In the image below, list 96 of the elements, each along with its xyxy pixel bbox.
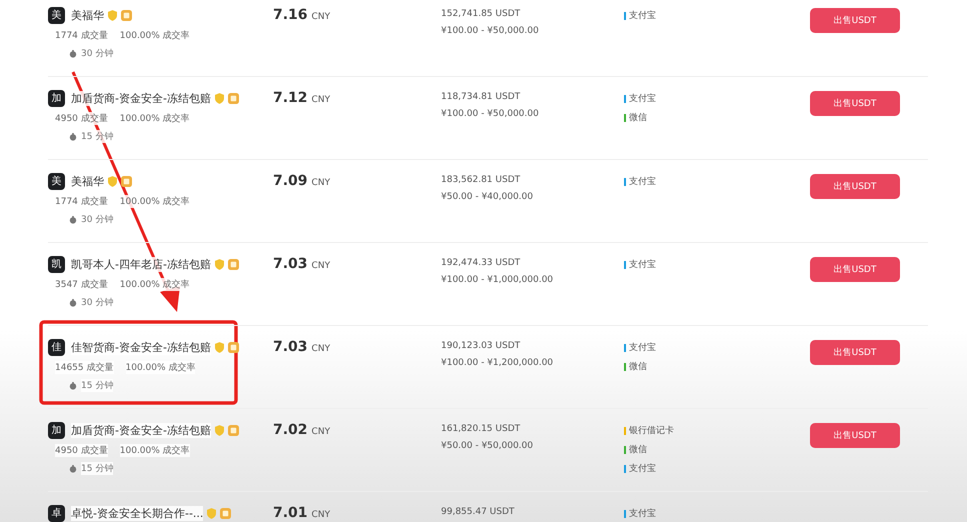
timer-icon — [69, 50, 77, 58]
avatar: 卓 — [48, 504, 65, 522]
response-time: 15 分钟 — [81, 130, 114, 143]
payment-method: 支付宝 — [629, 10, 656, 22]
badge-icon — [228, 424, 239, 436]
sell-button[interactable]: 出售USDT — [810, 91, 900, 116]
trade-count: 1774 成交量 — [55, 194, 108, 208]
price: 7.09 — [273, 173, 308, 189]
price-unit: CNY — [312, 427, 330, 437]
price: 7.01 — [273, 505, 308, 521]
price-unit: CNY — [312, 344, 330, 354]
price-unit: CNY — [312, 95, 330, 105]
price: 7.02 — [273, 422, 308, 438]
sell-button[interactable]: 出售USDT — [810, 340, 900, 365]
response-time: 30 分钟 — [81, 296, 114, 309]
merchant-name[interactable]: 加盾货商-资金安全-冻结包赔 — [71, 422, 211, 438]
response-time: 15 分钟 — [81, 462, 114, 475]
badge-icon — [228, 342, 239, 352]
completion-rate: 100.00% 成交率 — [120, 444, 190, 456]
trade-count: 4950 成交量 — [55, 444, 108, 456]
avatar: 凯 — [48, 256, 65, 272]
payment-method: 微信 — [629, 360, 647, 373]
limit-range: ¥50.00 - ¥50,000.00 — [441, 441, 534, 451]
merchant-name[interactable]: 美福华 — [71, 8, 104, 22]
avatar: 加 — [48, 90, 65, 106]
timer-icon — [69, 382, 77, 390]
price: 7.03 — [273, 339, 308, 355]
available-amount: 192,474.33 USDT — [441, 258, 522, 268]
shield-icon — [214, 424, 224, 436]
timer-icon — [69, 216, 77, 224]
response-time: 30 分钟 — [81, 47, 114, 60]
sell-button[interactable]: 出售USDT — [810, 174, 900, 199]
timer-icon — [69, 464, 77, 472]
completion-rate: 100.00% 成交率 — [120, 28, 190, 42]
sell-button[interactable]: 出售USDT — [810, 423, 900, 448]
shield-icon — [214, 258, 224, 270]
available-amount: 118,734.81 USDT — [441, 92, 522, 102]
limit-range: ¥100.00 - ¥50,000.00 — [441, 109, 540, 119]
price-unit: CNY — [312, 510, 330, 520]
response-time: 15 分钟 — [81, 379, 114, 392]
available-amount: 161,820.15 USDT — [441, 424, 522, 434]
payment-method: 微信 — [629, 444, 647, 456]
available-amount: 190,123.03 USDT — [441, 341, 522, 351]
available-amount: 152,741.85 USDT — [441, 9, 522, 19]
avatar: 美 — [48, 6, 65, 24]
price: 7.03 — [273, 256, 308, 272]
shield-icon — [108, 176, 117, 186]
limit-range: ¥50.00 - ¥40,000.00 — [441, 192, 534, 202]
payment-method: 支付宝 — [629, 462, 656, 475]
available-amount: 183,562.81 USDT — [441, 175, 522, 185]
completion-rate: 100.00% 成交率 — [120, 112, 190, 124]
completion-rate: 100.00% 成交率 — [120, 194, 190, 208]
badge-icon — [228, 92, 239, 104]
badge-icon — [121, 176, 132, 186]
merchant-name[interactable]: 加盾货商-资金安全-冻结包赔 — [71, 90, 211, 106]
payment-method: 微信 — [629, 112, 647, 124]
merchant-name[interactable]: 美福华 — [71, 174, 104, 188]
timer-icon — [69, 132, 77, 140]
limit-range: ¥100.00 - ¥1,000,000.00 — [441, 275, 554, 285]
payment-method: 支付宝 — [629, 258, 656, 271]
payment-method: 支付宝 — [629, 92, 656, 105]
limit-range: ¥100.00 - ¥50,000.00 — [441, 26, 540, 36]
badge-icon — [121, 10, 132, 20]
trade-count: 4950 成交量 — [55, 112, 108, 124]
avatar: 美 — [48, 172, 65, 190]
timer-icon — [69, 298, 77, 306]
badge-icon — [228, 258, 239, 270]
shield-icon — [214, 342, 224, 352]
shield-icon — [214, 92, 224, 104]
available-amount: 99,855.47 USDT — [441, 507, 516, 517]
merchant-name[interactable]: 佳智货商-资金安全-冻结包赔 — [71, 340, 211, 354]
shield-icon — [207, 508, 216, 518]
payment-method: 支付宝 — [629, 176, 656, 188]
trade-count: 1774 成交量 — [55, 28, 108, 42]
avatar: 加 — [48, 422, 65, 438]
response-time: 30 分钟 — [81, 213, 114, 226]
price-unit: CNY — [312, 178, 330, 188]
trade-count: 3547 成交量 — [55, 278, 108, 290]
completion-rate: 100.00% 成交率 — [120, 278, 190, 290]
price-unit: CNY — [312, 261, 330, 271]
payment-method: 支付宝 — [629, 508, 656, 520]
merchant-name[interactable]: 卓悦-资金安全长期合作--... — [71, 506, 204, 520]
limit-range: ¥100.00 - ¥1,200,000.00 — [441, 358, 554, 368]
sell-button[interactable]: 出售USDT — [810, 257, 900, 282]
badge-icon — [220, 508, 232, 518]
price-unit: CNY — [312, 12, 330, 22]
price: 7.16 — [273, 7, 308, 23]
payment-method: 支付宝 — [629, 342, 656, 354]
completion-rate: 100.00% 成交率 — [126, 360, 196, 374]
shield-icon — [108, 10, 117, 20]
merchant-name[interactable]: 凯哥本人-四年老店-冻结包赔 — [71, 256, 211, 272]
payment-method: 银行借记卡 — [629, 424, 674, 437]
price: 7.12 — [273, 90, 308, 106]
trade-count: 14655 成交量 — [55, 360, 114, 374]
avatar: 佳 — [48, 338, 65, 356]
sell-button[interactable]: 出售USDT — [810, 8, 900, 33]
